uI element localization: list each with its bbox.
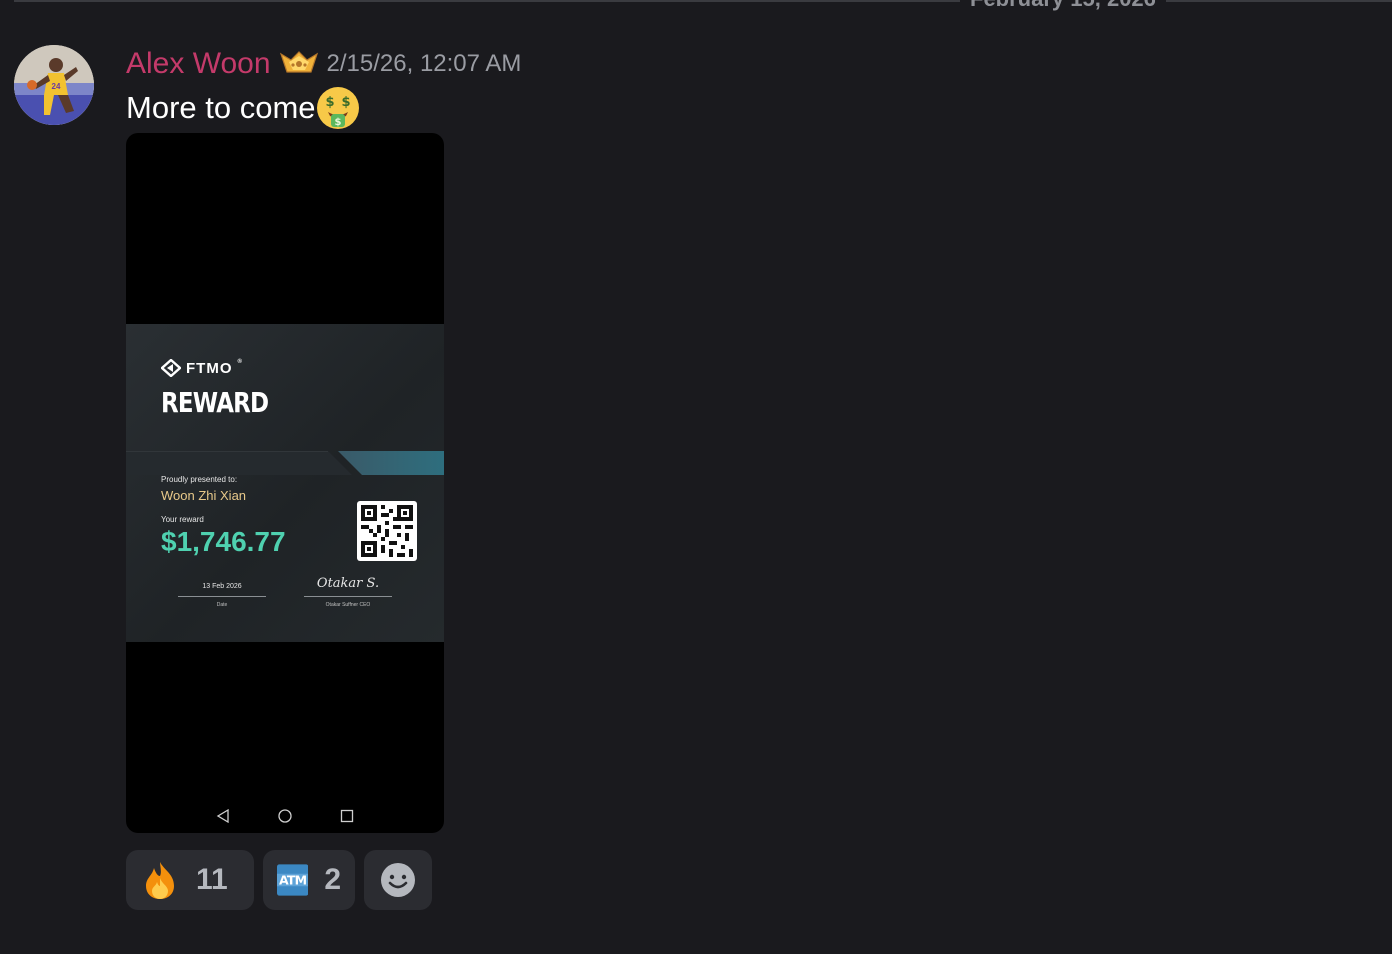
reward-label: Your reward (161, 515, 204, 524)
reaction-fire[interactable]: 11 (126, 850, 254, 910)
reactions-bar: 11 ATM 2 (126, 850, 432, 910)
brand-name: FTMO (186, 359, 233, 377)
certificate-band (126, 451, 444, 475)
fire-icon (146, 862, 174, 899)
reaction-count: 2 (324, 863, 341, 896)
atm-icon: ATM (277, 864, 309, 896)
message-timestamp[interactable]: 2/15/26, 12:07 AM (327, 44, 522, 84)
presented-label: Proudly presented to: (161, 475, 238, 484)
ftmo-logo: FTMO ® (161, 359, 243, 377)
android-navbar (126, 799, 444, 833)
recipient-name: Woon Zhi Xian (161, 488, 247, 503)
qr-code-icon (357, 501, 417, 561)
svg-text:$: $ (341, 95, 350, 110)
signature: Otakar S. (316, 576, 380, 591)
message-header: Alex Woon 2/15/26, 12:07 AM (126, 44, 521, 84)
reaction-count: 11 (196, 863, 228, 896)
date-divider-line (14, 0, 1392, 2)
smiley-icon (381, 863, 415, 897)
signer-label: Otakar Suffner CEO (325, 602, 371, 608)
message-text: More to come (126, 90, 316, 125)
avatar[interactable]: 24 (14, 45, 94, 125)
role-badge-icon[interactable] (279, 50, 319, 78)
author-name[interactable]: Alex Woon (126, 44, 271, 84)
add-reaction-button[interactable] (364, 850, 432, 910)
certificate-date: 13 Feb 2026 (202, 583, 242, 590)
ftmo-logo-icon (161, 359, 181, 377)
signature-underline (304, 596, 392, 597)
message-content: More to come $ $ $ (126, 86, 360, 130)
reward-certificate: FTMO ® REWARD Proudly presented to: Woon… (126, 324, 444, 642)
back-icon (216, 809, 229, 823)
svg-text:$: $ (334, 117, 341, 128)
date-underline (178, 596, 266, 597)
certificate-title: REWARD (161, 386, 269, 419)
registered-mark: ® (237, 359, 243, 365)
recents-icon (340, 809, 354, 823)
chat-view: February 15, 2026 24 Alex Woon (0, 0, 1392, 954)
image-attachment[interactable]: FTMO ® REWARD Proudly presented to: Woon… (126, 133, 444, 833)
date-divider-label: February 15, 2026 (960, 0, 1166, 12)
money-mouth-face-icon: $ $ $ (316, 86, 360, 130)
home-icon (278, 809, 292, 823)
svg-text:24: 24 (52, 82, 61, 91)
date-label: Date (216, 602, 228, 608)
reward-amount: $1,746.77 (161, 526, 286, 557)
svg-text:ATM: ATM (279, 873, 307, 888)
svg-text:$: $ (325, 95, 334, 110)
reaction-atm[interactable]: ATM 2 (263, 850, 355, 910)
